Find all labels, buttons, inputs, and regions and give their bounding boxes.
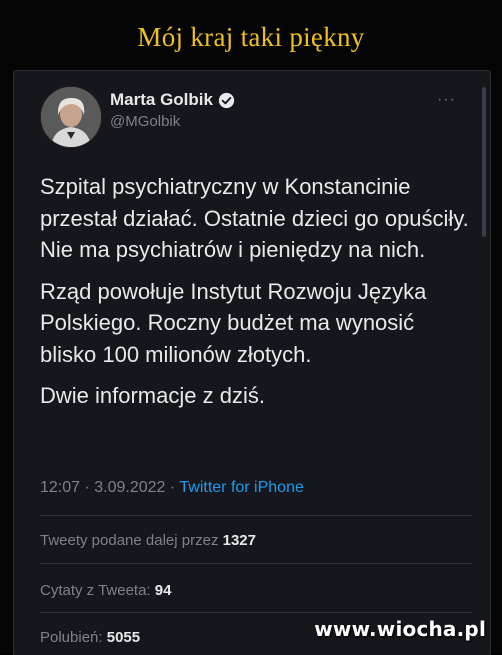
avatar-photo-icon (41, 87, 101, 147)
tweet-card: Marta Golbik @MGolbik ··· Szpital psychi… (13, 70, 491, 655)
quotes-label: Cytaty z Tweeta: (40, 582, 151, 599)
tweet-meta: 12:07 · 3.09.2022 · Twitter for iPhone (40, 479, 304, 497)
tweet-paragraph: Szpital psychiatryczny w Konstancinie pr… (40, 174, 469, 262)
tweet-source-link[interactable]: Twitter for iPhone (179, 479, 304, 496)
retweets-stat[interactable]: Tweety podane dalej przez 1327 (40, 532, 256, 549)
divider (40, 515, 472, 516)
retweets-label: Tweety podane dalej przez (40, 532, 219, 549)
quotes-count: 94 (154, 582, 172, 599)
likes-count: 5055 (106, 629, 141, 646)
author-display-name[interactable]: Marta Golbik (110, 90, 235, 110)
watermark: www.wiocha.pl (314, 617, 486, 641)
divider (40, 563, 472, 564)
divider (40, 612, 472, 613)
retweets-count: 1327 (222, 532, 256, 549)
tweet-text: Szpital psychiatryczny w Konstancinie pr… (40, 171, 470, 422)
tweet-paragraph: Rząd powołuje Instytut Rozwoju Języka Po… (40, 278, 427, 367)
meme-caption: Mój kraj taki piękny (137, 22, 365, 52)
author-handle[interactable]: @MGolbik (110, 113, 180, 130)
likes-stat[interactable]: Polubień: 5055 (40, 629, 140, 646)
scrollbar[interactable] (482, 87, 486, 237)
verified-badge-icon (218, 92, 235, 109)
image-frame: Mój kraj taki piękny Marta Golbik @MGolb… (0, 0, 502, 655)
tweet-timestamp[interactable]: 12:07 · 3.09.2022 · (40, 479, 179, 496)
likes-label: Polubień: (40, 629, 103, 646)
author-name-text: Marta Golbik (110, 90, 213, 109)
avatar[interactable] (40, 86, 102, 148)
more-options-icon[interactable]: ··· (437, 91, 456, 109)
tweet-paragraph: Dwie informacje z dziś. (40, 383, 265, 408)
quotes-stat[interactable]: Cytaty z Tweeta: 94 (40, 582, 171, 599)
